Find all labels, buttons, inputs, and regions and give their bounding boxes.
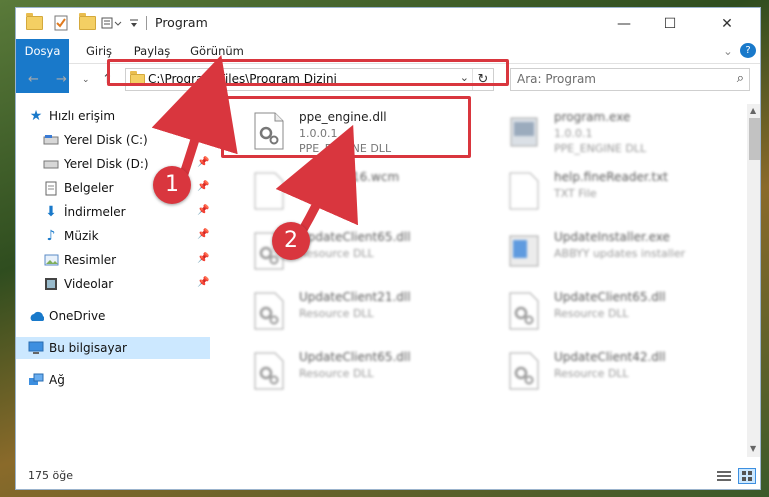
file-type: ABBYY updates installer — [554, 247, 686, 260]
exe-file-icon — [510, 117, 538, 147]
star-icon: ★ — [29, 108, 43, 124]
properties-icon[interactable] — [54, 14, 68, 32]
dll-file-icon — [509, 292, 539, 330]
item-count: 175 öğe — [28, 469, 73, 482]
file-name: UpdateClient65.dll — [554, 290, 666, 304]
address-highlight — [107, 59, 509, 86]
new-folder-icon[interactable] — [79, 13, 96, 32]
scroll-down-icon[interactable]: ▼ — [750, 444, 756, 453]
file-icon — [254, 172, 284, 210]
search-placeholder: Ara: Program — [517, 72, 596, 86]
file-name: help.fineReader.txt — [554, 170, 668, 184]
file-item[interactable]: UpdateClient21.dll Resource DLL — [236, 286, 471, 340]
navigation-pane: ★ Hızlı erişim Yerel Disk (C:) 📌 Yerel D… — [16, 104, 211, 466]
file-name: UpdateClient42.dll — [554, 350, 666, 364]
file-type: WCM File — [299, 187, 349, 200]
file-highlight — [221, 96, 471, 158]
computer-icon — [28, 340, 44, 356]
pin-icon: 📌 — [197, 229, 210, 240]
sidebar-item-network[interactable]: Ağ — [16, 369, 211, 391]
sidebar-item-music[interactable]: ♪ Müzik 📌 — [16, 225, 211, 247]
drive-icon — [43, 132, 59, 148]
file-item[interactable]: UpdateClient42.dll Resource DLL — [491, 346, 726, 400]
details-view-icon[interactable] — [717, 470, 731, 485]
search-icon[interactable]: ⌕ — [737, 71, 744, 86]
file-type: TXT File — [554, 187, 597, 200]
pin-icon: 📌 — [197, 277, 210, 288]
file-name: UpdateClient65.dll — [299, 230, 411, 244]
file-item[interactable]: program.exe 1.0.0.1 PPE_ENGINE DLL — [491, 106, 726, 160]
dll-file-icon — [254, 352, 284, 390]
file-type: Resource DLL — [299, 247, 374, 260]
status-bar: 175 öğe — [16, 464, 760, 489]
pin-icon: 📌 — [197, 205, 210, 216]
pin-icon: 📌 — [197, 157, 210, 168]
vertical-scrollbar[interactable]: ▲ ▼ — [747, 104, 760, 457]
network-icon — [28, 372, 44, 388]
sidebar-item-downloads[interactable]: ⬇ İndirmeler 📌 — [16, 201, 211, 223]
file-version: 1.0.0.1 — [554, 127, 593, 140]
step-2-badge: 2 — [272, 222, 310, 260]
file-item[interactable]: UpdateInstaller.exe ABBYY updates instal… — [491, 226, 726, 280]
pin-icon: 📌 — [197, 181, 210, 192]
large-icons-view-icon[interactable] — [738, 468, 756, 484]
scroll-thumb[interactable] — [749, 118, 760, 160]
dll-file-icon — [254, 292, 284, 330]
pin-icon: 📌 — [197, 133, 210, 144]
forward-button[interactable]: → — [56, 72, 67, 87]
sidebar-item-pictures[interactable]: Resimler 📌 — [16, 249, 211, 271]
recent-locations-icon[interactable]: ⌄ — [82, 75, 90, 85]
step-1-badge: 1 — [153, 166, 191, 204]
file-name: program.exe — [554, 110, 631, 124]
back-button[interactable]: ← — [28, 72, 39, 87]
scroll-up-icon[interactable]: ▲ — [750, 106, 756, 115]
sidebar-item-onedrive[interactable]: OneDrive — [16, 305, 211, 327]
close-button[interactable]: ✕ — [693, 8, 760, 39]
download-icon: ⬇ — [45, 204, 57, 220]
file-item[interactable]: help.fineReader.txt TXT File — [491, 166, 726, 220]
file-name: UpdateInstaller.exe — [554, 230, 670, 244]
onedrive-icon — [28, 308, 44, 324]
installer-file-icon — [509, 235, 539, 267]
sidebar-item-disk-c[interactable]: Yerel Disk (C:) 📌 — [16, 129, 211, 151]
text-file-icon — [509, 172, 539, 210]
minimize-button[interactable]: — — [601, 8, 647, 39]
sidebar-item-this-pc[interactable]: Bu bilgisayar — [16, 337, 210, 359]
file-item[interactable]: UpdateClient65.dll Resource DLL — [491, 286, 726, 340]
file-item[interactable]: Sndb... P16.wcm WCM File — [236, 166, 471, 220]
ribbon-expand-icon[interactable]: ⌄ — [721, 39, 735, 63]
title-separator — [146, 16, 147, 30]
dll-file-icon — [509, 352, 539, 390]
file-type: Resource DLL — [299, 367, 374, 380]
sidebar-item-videos[interactable]: Videolar 📌 — [16, 273, 211, 295]
window-title: Program — [155, 15, 208, 30]
title-bar: Program — ☐ ✕ — [16, 8, 760, 39]
file-item[interactable]: UpdateClient65.dll Resource DLL — [236, 226, 471, 280]
customize-toolbar-icon[interactable] — [129, 14, 139, 32]
file-item[interactable]: UpdateClient65.dll Resource DLL — [236, 346, 471, 400]
sidebar-item-quick-access[interactable]: ★ Hızlı erişim — [16, 105, 211, 127]
file-type: Resource DLL — [554, 307, 629, 320]
videos-icon — [43, 276, 59, 292]
view-options-icon[interactable] — [101, 14, 123, 32]
file-name: UpdateClient65.dll — [299, 350, 411, 364]
file-name: UpdateClient21.dll — [299, 290, 411, 304]
search-input[interactable]: Ara: Program ⌕ — [510, 68, 750, 91]
file-name: Sndb... P16.wcm — [299, 170, 400, 184]
file-type: Resource DLL — [554, 367, 629, 380]
pin-icon: 📌 — [197, 253, 210, 264]
maximize-button[interactable]: ☐ — [647, 8, 693, 39]
pictures-icon — [43, 252, 59, 268]
folder-icon — [26, 13, 43, 32]
file-description: PPE_ENGINE DLL — [554, 142, 647, 155]
documents-icon — [43, 180, 59, 196]
music-icon: ♪ — [46, 228, 56, 244]
drive-icon — [43, 156, 59, 172]
help-icon[interactable]: ? — [740, 43, 756, 58]
file-type: Resource DLL — [299, 307, 374, 320]
